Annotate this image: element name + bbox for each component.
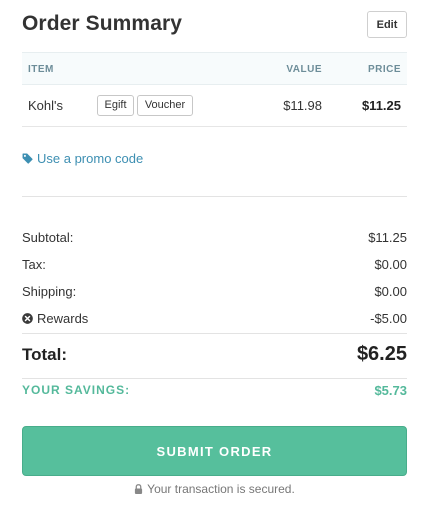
subtotal-value: $11.25 <box>368 230 407 245</box>
rewards-label-group: Rewards <box>22 311 88 326</box>
security-note: Your transaction is secured. <box>22 482 407 496</box>
promo-code-link[interactable]: Use a promo code <box>22 151 143 166</box>
column-header-item: ITEM <box>28 64 54 75</box>
subtotal-label: Subtotal: <box>22 230 74 245</box>
rewards-line: Rewards -$5.00 <box>22 311 407 329</box>
submit-order-button[interactable]: SUBMIT ORDER <box>22 426 407 476</box>
item-value: $11.98 <box>283 98 322 113</box>
shipping-line: Shipping: $0.00 <box>22 284 407 302</box>
table-row: Kohl's Egift Voucher $11.98 $11.25 <box>22 85 407 127</box>
total-value: $6.25 <box>356 343 407 365</box>
item-price: $11.25 <box>361 98 401 113</box>
edit-button[interactable]: Edit <box>367 11 407 38</box>
promo-code-label: Use a promo code <box>37 151 144 166</box>
order-summary-panel: Order Summary Edit ITEM VALUE PRICE Kohl… <box>22 0 407 511</box>
savings-value: $5.73 <box>374 383 407 398</box>
egift-tag[interactable]: Egift <box>97 95 134 116</box>
page-title: Order Summary <box>22 12 183 35</box>
table-header: ITEM VALUE PRICE <box>22 52 407 85</box>
rewards-value: -$5.00 <box>370 311 407 326</box>
tax-line: Tax: $0.00 <box>22 257 407 275</box>
column-header-value: VALUE <box>286 64 322 75</box>
item-name: Kohl's <box>28 98 64 113</box>
summary-header: Order Summary Edit <box>22 10 407 42</box>
total-label: Total: <box>22 345 68 364</box>
security-text: Your transaction is secured. <box>147 482 295 496</box>
lock-icon <box>135 484 143 494</box>
shipping-label: Shipping: <box>22 284 77 299</box>
tax-value: $0.00 <box>374 257 407 272</box>
savings-label: YOUR SAVINGS: <box>22 383 131 397</box>
shipping-value: $0.00 <box>374 284 407 299</box>
section-divider <box>22 196 407 197</box>
tag-icon <box>22 153 33 164</box>
section-divider <box>22 378 407 379</box>
voucher-tag[interactable]: Voucher <box>137 95 193 116</box>
total-line: Total: $6.25 <box>22 343 407 369</box>
remove-circle-icon[interactable] <box>22 313 33 324</box>
column-header-price: PRICE <box>367 64 401 75</box>
tax-label: Tax: <box>22 257 46 272</box>
subtotal-line: Subtotal: $11.25 <box>22 230 407 248</box>
rewards-label: Rewards <box>37 311 89 326</box>
savings-line: YOUR SAVINGS: $5.73 <box>22 383 407 401</box>
section-divider <box>22 333 407 334</box>
